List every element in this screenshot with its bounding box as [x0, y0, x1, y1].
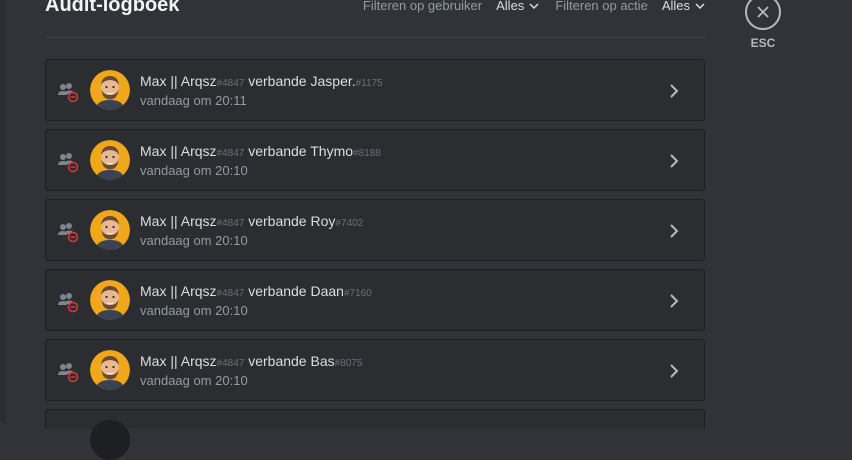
entry-timestamp: vandaag om 20:10 [140, 233, 248, 248]
actor-discriminator: #4847 [216, 218, 245, 229]
esc-label: ESC [750, 36, 776, 50]
sidebar-edge [0, 0, 6, 422]
audit-log-list: Max || Arqsz#4847 verbande Jasper.#1175 … [45, 59, 705, 460]
chevron-right-icon [670, 364, 679, 378]
actor-name: Max || Arqsz [140, 283, 217, 299]
target-name: Thymo [310, 143, 354, 159]
filter-action-label: Filteren op actie [555, 0, 648, 13]
avatar [90, 350, 130, 390]
close-area: ESC [744, 0, 782, 50]
avatar [90, 280, 130, 320]
filter-user-value: Alles [496, 0, 525, 13]
actor-discriminator: #4847 [216, 78, 245, 89]
actor-discriminator: #4847 [216, 288, 245, 299]
audit-log-header: Audit-logboek Filteren op gebruiker Alle… [45, 0, 705, 38]
entry-timestamp: vandaag om 20:10 [140, 163, 248, 178]
audit-log-entry[interactable]: Max || Arqsz#4847 verbande Daan#7160 van… [45, 269, 705, 331]
actor-name: Max || Arqsz [140, 73, 217, 89]
action-verb: verbande [248, 283, 307, 299]
avatar [90, 210, 130, 250]
member-ban-icon [58, 293, 79, 313]
audit-log-entry[interactable]: Max || Arqsz#4847 verbande Thymo#8188 va… [45, 129, 705, 191]
entry-description: Max || Arqsz#4847 verbande Jasper.#1175 [140, 73, 383, 89]
entry-description: Max || Arqsz#4847 verbande Roy#7402 [140, 213, 363, 229]
target-name: Bas [310, 353, 335, 369]
audit-log-entry-partial[interactable] [45, 409, 705, 460]
audit-log-entry[interactable]: Max || Arqsz#4847 verbande Roy#7402 vand… [45, 199, 705, 261]
member-ban-icon [58, 363, 79, 383]
actor-name: Max || Arqsz [140, 213, 217, 229]
actor-discriminator: #4847 [216, 358, 245, 369]
actor-name: Max || Arqsz [140, 353, 217, 369]
filter-user-label: Filteren op gebruiker [362, 0, 483, 13]
avatar [90, 420, 130, 460]
actor-discriminator: #4847 [216, 148, 245, 159]
chevron-down-icon [695, 2, 705, 9]
entry-description: Max || Arqsz#4847 verbande Thymo#8188 [140, 143, 381, 159]
close-button[interactable] [745, 0, 781, 30]
close-icon [757, 6, 769, 18]
audit-log-entry[interactable]: Max || Arqsz#4847 verbande Jasper.#1175 … [45, 59, 705, 121]
target-discriminator: #8075 [334, 358, 363, 369]
entry-description: Max || Arqsz#4847 verbande Bas#8075 [140, 353, 362, 369]
target-discriminator: #8188 [353, 148, 381, 159]
entry-timestamp: vandaag om 20:10 [140, 303, 248, 318]
entry-timestamp: vandaag om 20:11 [140, 93, 247, 108]
action-verb: verbande [248, 73, 307, 89]
actor-name: Max || Arqsz [140, 143, 217, 159]
filter-action-dropdown[interactable]: Alles [662, 0, 705, 13]
member-ban-icon [58, 153, 79, 173]
member-ban-icon [58, 83, 79, 103]
target-name: Jasper. [310, 73, 356, 89]
member-ban-icon [58, 223, 79, 243]
filter-action-value: Alles [661, 0, 690, 13]
filter-user-dropdown[interactable]: Alles [496, 0, 539, 13]
target-discriminator: #7402 [335, 218, 364, 229]
target-discriminator: #1175 [355, 78, 383, 89]
avatar [90, 70, 130, 110]
entry-timestamp: vandaag om 20:10 [140, 373, 248, 388]
chevron-right-icon [670, 294, 679, 308]
chevron-down-icon [529, 2, 539, 9]
target-name: Daan [310, 283, 344, 299]
action-verb: verbande [248, 213, 307, 229]
filter-bar: Filteren op gebruiker Alles Filteren op … [363, 0, 705, 13]
action-verb: verbande [248, 353, 307, 369]
chevron-right-icon [670, 224, 679, 238]
target-discriminator: #7160 [343, 288, 372, 299]
target-name: Roy [310, 213, 336, 229]
chevron-right-icon [670, 84, 679, 98]
page-title: Audit-logboek [45, 0, 180, 16]
audit-log-entry[interactable]: Max || Arqsz#4847 verbande Bas#8075 vand… [45, 339, 705, 401]
action-verb: verbande [248, 143, 307, 159]
chevron-right-icon [670, 154, 679, 168]
avatar [90, 140, 130, 180]
entry-description: Max || Arqsz#4847 verbande Daan#7160 [140, 283, 372, 299]
